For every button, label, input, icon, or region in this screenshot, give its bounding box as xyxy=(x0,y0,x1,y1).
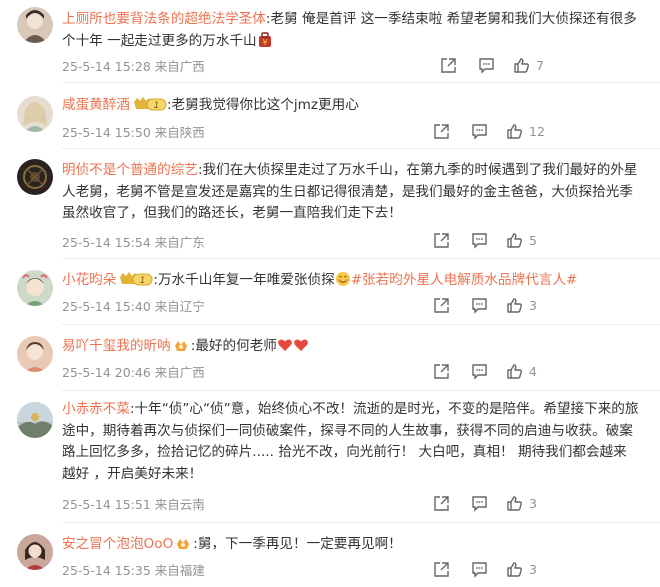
like-count: 3 xyxy=(529,561,537,577)
comment-text: :舅，下一季再见！一定要再见啊！ xyxy=(193,536,402,552)
smile-emoji-icon xyxy=(335,271,351,287)
comment-meta: 25-5-14 20:46 来自广西 xyxy=(62,365,205,380)
avatar[interactable] xyxy=(17,534,53,570)
heart-emoji-icon xyxy=(277,337,293,353)
avatar[interactable] xyxy=(17,402,53,438)
comment-actions: 5 xyxy=(434,231,660,249)
comment-text: :十年“侦”心“侦”意，始终侦心不改！流逝的是时光，不变的是陪伴。希望接下来的旅… xyxy=(62,401,639,482)
heart-emoji-icon xyxy=(293,337,309,353)
like-button[interactable]: 7 xyxy=(513,56,544,74)
fan-badge-icon xyxy=(173,337,189,353)
comment-username[interactable]: 上厕所也要背法条的超绝法学圣体 xyxy=(62,11,266,27)
thumbs-up-icon xyxy=(507,232,522,248)
comment-icon[interactable] xyxy=(471,560,488,578)
svg-text:1: 1 xyxy=(154,101,160,111)
comment-actions: 7 xyxy=(440,56,660,74)
comment-username[interactable]: 小花昀朵 xyxy=(62,272,116,288)
divider xyxy=(62,82,660,83)
like-count: 12 xyxy=(529,123,545,139)
divider xyxy=(62,258,660,259)
thumbs-up-icon xyxy=(507,363,522,379)
comment-username[interactable]: 咸蛋黄醉酒 xyxy=(62,97,130,113)
comment-username[interactable]: 易吖千玺我的昕呐 xyxy=(62,338,171,354)
comment-meta: 25-5-14 15:51 来自云南 xyxy=(62,497,205,512)
avatar[interactable] xyxy=(17,159,53,195)
share-icon[interactable] xyxy=(433,560,450,578)
thumbs-up-icon xyxy=(514,57,529,73)
share-icon[interactable] xyxy=(433,231,450,249)
like-button[interactable]: 12 xyxy=(506,122,545,140)
avatar[interactable] xyxy=(17,270,53,306)
divider xyxy=(62,390,660,391)
share-icon[interactable] xyxy=(433,296,450,314)
comment-icon[interactable] xyxy=(471,231,488,249)
comment-actions: 3 xyxy=(434,494,660,512)
comment-actions: 12 xyxy=(434,122,660,140)
comment-body: 易吖千玺我的昕呐 :最好的何老师 xyxy=(62,336,640,358)
comment-meta: 25-5-14 15:35 来自福建 xyxy=(62,563,205,578)
like-button[interactable]: 4 xyxy=(506,362,537,380)
comment-text: :最好的何老师 xyxy=(190,338,277,354)
comment-body: 明侦不是个普通的综艺:我们在大侦探里走过了万水千山，在第九季的时候遇到了我们最好… xyxy=(62,160,640,225)
comment-username[interactable]: 小赤赤不菜 xyxy=(62,401,130,417)
thumbs-up-icon xyxy=(507,561,522,577)
vip-badge-icon: 1 xyxy=(133,96,167,112)
divider xyxy=(62,324,660,325)
comment-username[interactable]: 安之冒个泡泡OoO xyxy=(62,536,173,552)
like-count: 7 xyxy=(536,57,544,73)
comment-icon[interactable] xyxy=(471,494,488,512)
thumbs-up-icon xyxy=(507,495,522,511)
thumbs-up-icon xyxy=(507,297,522,313)
divider xyxy=(62,522,660,523)
bag-emoji-icon: ¥ xyxy=(257,31,273,48)
svg-text:1: 1 xyxy=(140,276,146,286)
like-button[interactable]: 3 xyxy=(506,494,537,512)
svg-text:¥: ¥ xyxy=(262,38,267,47)
like-button[interactable]: 3 xyxy=(506,560,537,578)
thumbs-up-icon xyxy=(507,123,522,139)
comment-body: 小花昀朵 1 :万水千山年复一年唯爱张侦探 #张若昀外星人电解质水品牌代言人# xyxy=(62,270,640,292)
share-icon[interactable] xyxy=(433,362,450,380)
comment-meta: 25-5-14 15:28 来自广西 xyxy=(62,59,205,74)
divider xyxy=(62,148,660,149)
comment-icon[interactable] xyxy=(471,362,488,380)
like-button[interactable]: 5 xyxy=(506,231,537,249)
avatar[interactable] xyxy=(17,96,53,132)
comment-icon[interactable] xyxy=(478,56,495,74)
comment-body: 小赤赤不菜:十年“侦”心“侦”意，始终侦心不改！流逝的是时光，不变的是陪伴。希望… xyxy=(62,399,640,485)
comment-actions: 4 xyxy=(434,362,660,380)
comment-meta: 25-5-14 15:40 来自辽宁 xyxy=(62,299,205,314)
comment-icon[interactable] xyxy=(471,296,488,314)
like-count: 5 xyxy=(529,232,537,248)
share-icon[interactable] xyxy=(440,56,457,74)
vip-badge-icon: 1 xyxy=(119,271,153,287)
like-count: 3 xyxy=(529,495,537,511)
comment-text: :万水千山年复一年唯爱张侦探 xyxy=(153,272,335,288)
fan-badge-icon xyxy=(175,535,191,551)
comment-body: 安之冒个泡泡OoO :舅，下一季再见！一定要再见啊！ xyxy=(62,534,640,556)
comment-meta: 25-5-14 15:54 来自广东 xyxy=(62,235,205,250)
share-icon[interactable] xyxy=(433,122,450,140)
like-count: 4 xyxy=(529,363,537,379)
comment-username[interactable]: 明侦不是个普通的综艺 xyxy=(62,162,198,178)
like-button[interactable]: 3 xyxy=(506,296,537,314)
comment-body: 上厕所也要背法条的超绝法学圣体:老舅 俺是首评 这一季结束啦 希望老舅和我们大侦… xyxy=(62,9,640,52)
comment-text: :老舅我觉得你比这个jmz更用心 xyxy=(166,97,359,113)
avatar[interactable] xyxy=(17,7,53,43)
topic-link[interactable]: #张若昀外星人电解质水品牌代言人# xyxy=(351,272,578,288)
avatar[interactable] xyxy=(17,336,53,372)
comment-icon[interactable] xyxy=(471,122,488,140)
comment-actions: 3 xyxy=(434,296,660,314)
like-count: 3 xyxy=(529,297,537,313)
share-icon[interactable] xyxy=(433,494,450,512)
comment-meta: 25-5-14 15:50 来自陕西 xyxy=(62,125,205,140)
comment-body: 咸蛋黄醉酒 1 :老舅我觉得你比这个jmz更用心 xyxy=(62,95,640,117)
comment-actions: 3 xyxy=(434,560,660,578)
